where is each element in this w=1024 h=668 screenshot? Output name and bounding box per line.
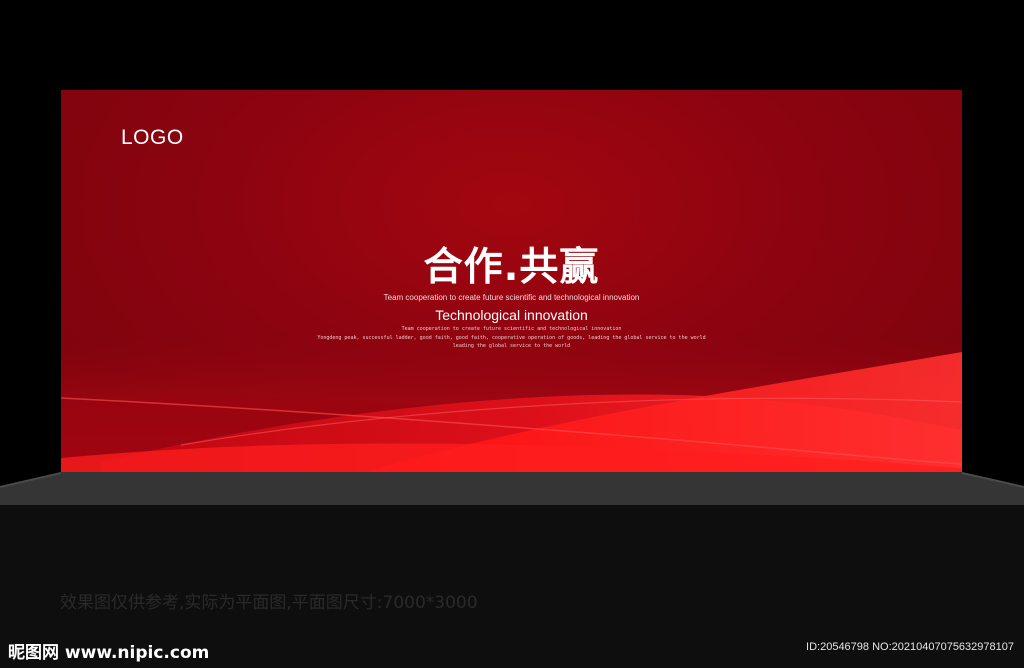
stage-floor	[0, 472, 1024, 507]
site-watermark: 昵图网 www.nipic.com	[8, 643, 210, 663]
exhibition-scene: LOGO 合作.共赢 Team cooperation to create fu…	[0, 0, 1024, 668]
subtitle-small: Team cooperation to create future scient…	[383, 293, 640, 302]
red-backdrop-board: LOGO 合作.共赢 Team cooperation to create fu…	[61, 90, 962, 473]
subtitle: Technological innovation	[435, 307, 588, 323]
image-id: ID:20546798 NO:20210407075632978107	[806, 641, 1014, 653]
logo-text: LOGO	[121, 126, 184, 149]
tiny-text-line: Team cooperation to create future scient…	[401, 326, 622, 332]
tiny-text-line: Yongdeng peak, successful ladder, good f…	[317, 335, 706, 341]
preview-note: 效果图仅供参考,实际为平面图,平面图尺寸:7000*3000	[60, 593, 478, 613]
headline: 合作.共赢	[423, 245, 600, 290]
tiny-text-line: leading the global service to the world	[452, 343, 571, 349]
